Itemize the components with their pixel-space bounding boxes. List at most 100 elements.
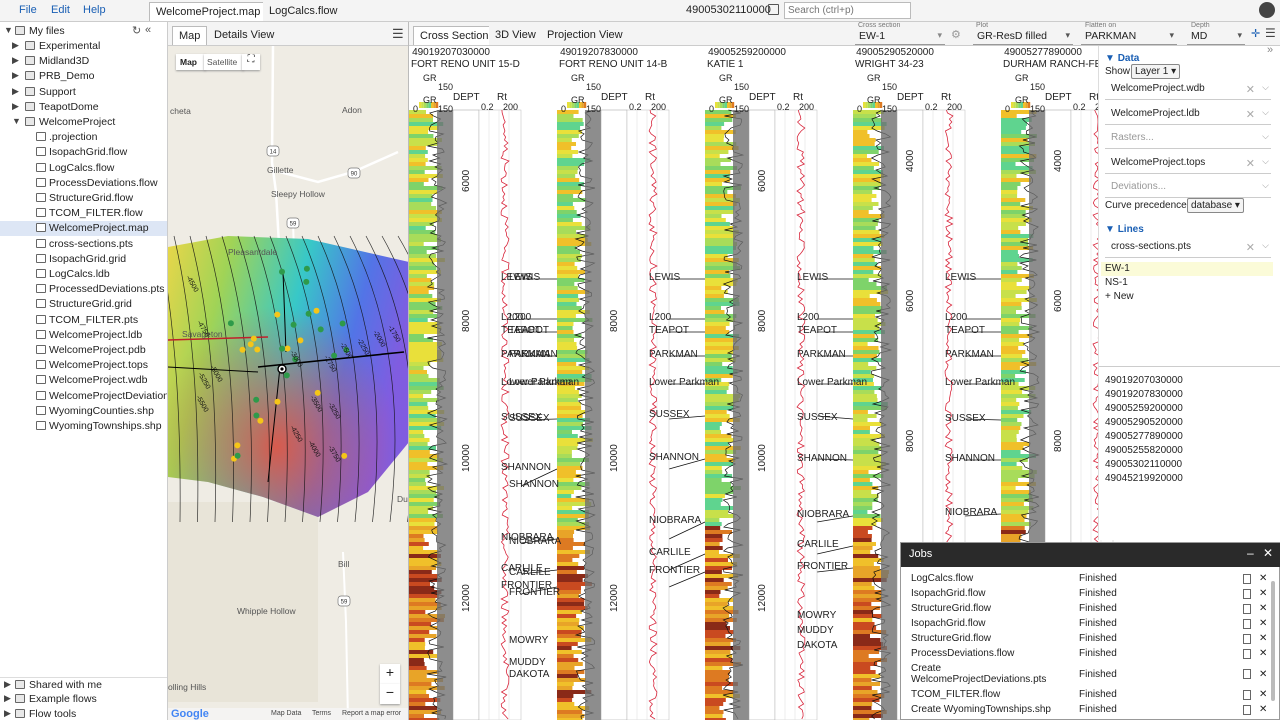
well-dot[interactable] bbox=[283, 372, 290, 379]
well-dot[interactable] bbox=[303, 278, 310, 285]
chevron-down-icon[interactable]: ⌵ bbox=[1262, 131, 1269, 142]
well-list-item[interactable]: 49045219920000 bbox=[1105, 473, 1183, 484]
well-list-item[interactable]: 49005255820000 bbox=[1105, 445, 1183, 456]
well-dot[interactable] bbox=[339, 320, 346, 327]
collapse-icon[interactable]: « bbox=[145, 24, 151, 36]
chevron-right-icon[interactable]: ▶ bbox=[4, 693, 12, 704]
chevron-down-icon[interactable]: ⌵ bbox=[1262, 107, 1269, 118]
terms-link[interactable]: Terms bbox=[312, 710, 331, 717]
well-dot[interactable] bbox=[331, 352, 338, 359]
well-dot[interactable] bbox=[290, 321, 297, 328]
well-list-item[interactable]: 49005277890000 bbox=[1105, 431, 1183, 442]
tab-map[interactable]: Map bbox=[172, 26, 208, 45]
chevron-down-icon[interactable]: ⌵ bbox=[1262, 156, 1269, 167]
close-icon[interactable]: ✕ bbox=[1246, 108, 1255, 121]
hamburger-menu-icon[interactable]: ☰ bbox=[392, 26, 404, 42]
map-data-link[interactable]: Map Data bbox=[271, 710, 301, 717]
tree-item-midland3d[interactable]: ▶ Midland3D bbox=[0, 54, 167, 69]
tree-example-flows[interactable]: ▶ Example flows bbox=[0, 692, 167, 707]
tree-shared-with-me[interactable]: ▶ Shared with me bbox=[0, 677, 167, 692]
well-dot[interactable] bbox=[305, 310, 312, 317]
data-source-row[interactable]: WelcomeProject.tops ✕ ⌵ bbox=[1105, 154, 1271, 174]
minimize-icon[interactable]: – bbox=[1247, 546, 1254, 560]
close-icon[interactable]: ✕ bbox=[1259, 669, 1267, 680]
tree-item-prb-demo[interactable]: ▶ PRB_Demo bbox=[0, 69, 167, 84]
well-list-item[interactable]: 49019207030000 bbox=[1105, 375, 1183, 386]
chevron-right-icon[interactable]: ▶ bbox=[4, 708, 12, 719]
document-icon[interactable] bbox=[1243, 589, 1251, 599]
document-icon[interactable] bbox=[1243, 705, 1251, 715]
data-source-row[interactable]: Rasters... ⌵ bbox=[1105, 129, 1271, 149]
tree-item-isopachgrid-flow[interactable]: IsopachGrid.flow bbox=[0, 145, 167, 160]
tree-item-wyomingcounties-shp[interactable]: WyomingCounties.shp bbox=[0, 404, 167, 419]
tree-item-experimental[interactable]: ▶ Experimental bbox=[0, 39, 167, 54]
collapse-right-icon[interactable]: » bbox=[1267, 44, 1273, 56]
tree-item-welcomeprojectdeviations[interactable]: WelcomeProjectDeviations bbox=[0, 389, 167, 404]
map-canvas[interactable]: AdonGilletteSleepy HollowPleasantdaleSav… bbox=[168, 22, 409, 720]
layer-select[interactable]: Layer 1 ▾ bbox=[1131, 64, 1181, 79]
chevron-down-icon[interactable]: ⌵ bbox=[1262, 82, 1269, 93]
tree-root-my-files[interactable]: ▼ My files ↻ « bbox=[0, 24, 167, 39]
well-dot[interactable] bbox=[250, 335, 257, 342]
document-icon[interactable] bbox=[1243, 574, 1251, 584]
tree-item-welcomeproject-map[interactable]: WelcomeProject.map bbox=[0, 221, 167, 237]
lines-file-row[interactable]: cross-sections.pts ✕ ⌵ bbox=[1105, 238, 1271, 258]
report-map-error-link[interactable]: Report a map error bbox=[342, 710, 401, 717]
tree-item-tcom-filter-flow[interactable]: TCOM_FILTER.flow bbox=[0, 206, 167, 221]
menu-help[interactable]: Help bbox=[83, 4, 106, 16]
close-icon[interactable]: ✕ bbox=[1259, 689, 1267, 700]
line-item-ns-1[interactable]: NS-1 bbox=[1101, 276, 1273, 290]
well-dot[interactable] bbox=[341, 452, 348, 459]
well-dot[interactable] bbox=[313, 307, 320, 314]
chevron-down-icon[interactable]: ▼ bbox=[12, 116, 21, 126]
data-source-row[interactable]: WelcomeProject.ldb ✕ ⌵ bbox=[1105, 105, 1271, 125]
well-dot[interactable] bbox=[227, 320, 234, 327]
well-dot[interactable] bbox=[317, 326, 324, 333]
tree-flow-tools[interactable]: ▶ Flow tools bbox=[0, 707, 167, 720]
well-dot[interactable] bbox=[274, 398, 281, 405]
document-icon[interactable] bbox=[1243, 649, 1251, 659]
well-dot[interactable] bbox=[297, 337, 304, 344]
chevron-down-icon[interactable]: ▼ bbox=[4, 25, 13, 35]
close-icon[interactable]: ✕ bbox=[1259, 633, 1267, 644]
well-dot[interactable] bbox=[253, 396, 260, 403]
tree-item-cross-sections-pts[interactable]: cross-sections.pts bbox=[0, 237, 167, 252]
document-icon[interactable] bbox=[1243, 690, 1251, 700]
close-icon[interactable]: ✕ bbox=[1259, 588, 1267, 599]
document-icon[interactable] bbox=[1243, 604, 1251, 614]
close-icon[interactable]: ✕ bbox=[1259, 618, 1267, 629]
well-dot[interactable] bbox=[279, 268, 285, 275]
chevron-down-icon[interactable]: ⌵ bbox=[1262, 180, 1269, 191]
chevron-right-icon[interactable]: ▶ bbox=[12, 70, 20, 81]
tree-item-structuregrid-grid[interactable]: StructureGrid.grid bbox=[0, 297, 167, 312]
tree-item-logcalcs-flow[interactable]: LogCalcs.flow bbox=[0, 161, 167, 176]
chevron-right-icon[interactable]: ▶ bbox=[12, 101, 20, 112]
tree-item-support[interactable]: ▶ Support bbox=[0, 85, 167, 100]
tab-details-view[interactable]: Details View bbox=[208, 26, 281, 45]
search-input[interactable] bbox=[784, 2, 911, 19]
map-type-map-button[interactable]: Map bbox=[176, 54, 206, 70]
curve-precedence-select[interactable]: database ▾ bbox=[1187, 198, 1244, 213]
well-dot[interactable] bbox=[284, 345, 291, 352]
well-dot[interactable] bbox=[274, 311, 281, 318]
map-type-satellite-button[interactable]: Satellite bbox=[204, 54, 244, 70]
chevron-down-icon[interactable]: ⌵ bbox=[1262, 240, 1269, 251]
menu-edit[interactable]: Edit bbox=[51, 4, 70, 16]
tab-logcalcs-flow[interactable]: LogCalcs.flow bbox=[263, 2, 344, 21]
tab-welcomeproject-map[interactable]: WelcomeProject.map x bbox=[149, 2, 276, 21]
tree-item-structuregrid-flow[interactable]: StructureGrid.flow bbox=[0, 191, 167, 206]
close-icon[interactable]: ✕ bbox=[1259, 573, 1267, 584]
refresh-icon[interactable]: ↻ bbox=[132, 24, 141, 37]
copy-icon[interactable] bbox=[768, 4, 779, 15]
well-list-item[interactable]: 49005302110000 bbox=[1105, 459, 1182, 470]
close-icon[interactable]: ✕ bbox=[1246, 241, 1255, 254]
well-list-item[interactable]: 49005259200000 bbox=[1105, 403, 1183, 414]
lines-heading[interactable]: ▼ Lines bbox=[1105, 224, 1144, 235]
data-source-row[interactable]: WelcomeProject.wdb ✕ ⌵ bbox=[1105, 80, 1271, 100]
data-heading[interactable]: ▼ Data bbox=[1105, 53, 1139, 64]
well-dot[interactable] bbox=[279, 345, 286, 352]
close-icon[interactable]: ✕ bbox=[1259, 648, 1267, 659]
well-dot[interactable] bbox=[247, 341, 254, 348]
well-list-item[interactable]: 49005290520000 bbox=[1105, 417, 1183, 428]
jobs-scrollbar[interactable] bbox=[1271, 581, 1275, 701]
